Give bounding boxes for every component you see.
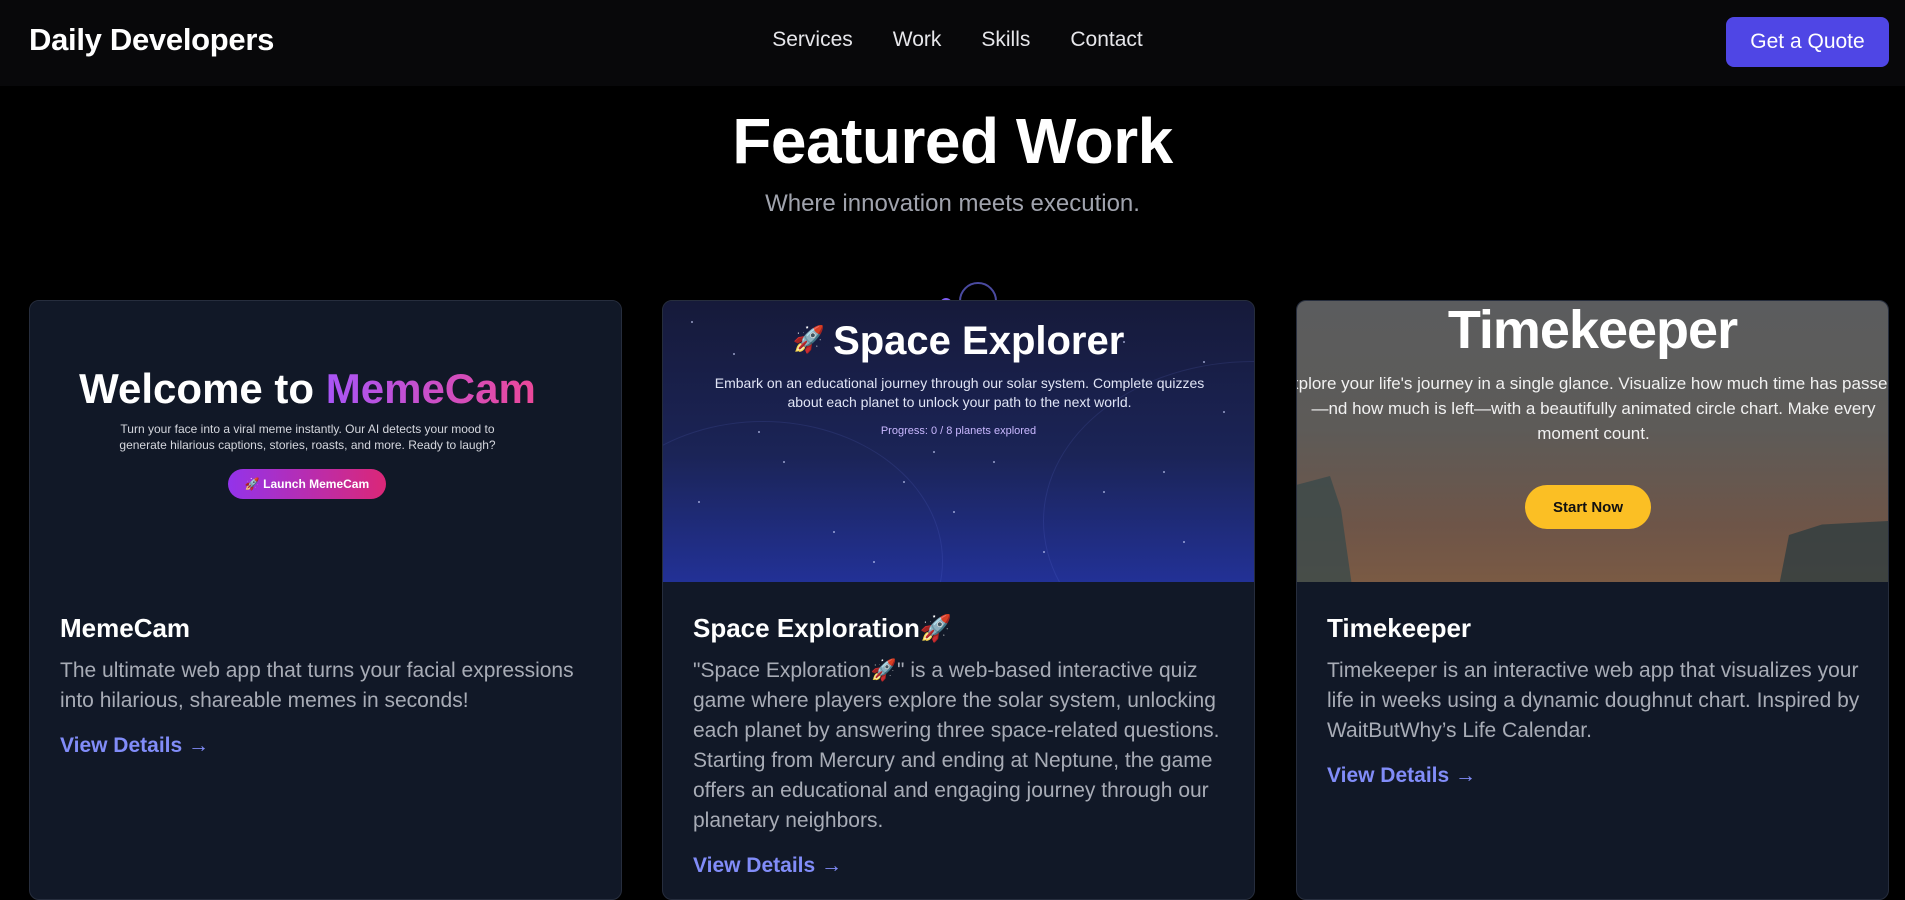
star — [1183, 541, 1185, 543]
preview-title-text: Space Explorer — [833, 319, 1125, 363]
view-details-link[interactable]: View Details → — [60, 734, 209, 758]
rocket-icon: 🚀 — [792, 324, 826, 354]
planet-progress: Progress: 0 / 8 planets explored — [880, 425, 1037, 437]
project-title: MemeCam — [60, 613, 191, 643]
card-body: Timekeeper Timekeeper is an interactive … — [1327, 613, 1867, 788]
star — [933, 451, 935, 453]
star — [903, 481, 905, 483]
start-now-button[interactable]: Start Now — [1525, 485, 1651, 529]
project-preview-timekeeper: Timekeeper xplore your life's journey in… — [1297, 301, 1888, 582]
preview-title: 🚀 Space Explorer — [663, 319, 1254, 364]
view-details-link[interactable]: View Details → — [1327, 764, 1476, 788]
project-preview-memecam: Welcome to MemeCam Turn your face into a… — [30, 301, 621, 582]
preview-description: Turn your face into a viral meme instant… — [119, 422, 496, 452]
project-description: The ultimate web app that turns your fac… — [60, 659, 574, 712]
card-body: Space Exploration🚀 "Space Exploration🚀" … — [693, 613, 1233, 878]
preview-description: Embark on an educational journey through… — [714, 375, 1205, 410]
star — [873, 561, 875, 563]
cliff-silhouette — [1297, 476, 1352, 582]
preview-title-prefix: Welcome to — [79, 365, 326, 412]
nav-link-work[interactable]: Work — [893, 28, 942, 52]
project-title: Timekeeper — [1327, 613, 1472, 643]
cliff-silhouette — [1778, 521, 1888, 582]
project-preview-space: 🚀 Space Explorer Embark on an educational… — [663, 301, 1254, 582]
nav-links: Services Work Skills Contact — [0, 28, 1905, 52]
get-quote-button[interactable]: Get a Quote — [1726, 17, 1889, 67]
star — [993, 461, 995, 463]
project-card-space-exploration: 🚀 Space Explorer Embark on an educational… — [662, 300, 1255, 900]
preview-description: xplore your life's journey in a single g… — [1297, 374, 1888, 443]
nav-link-contact[interactable]: Contact — [1070, 28, 1142, 52]
orbit-ring — [663, 421, 943, 582]
nav-link-skills[interactable]: Skills — [981, 28, 1030, 52]
project-description: Timekeeper is an interactive web app tha… — [1327, 659, 1860, 742]
launch-memecam-button[interactable]: 🚀 Launch MemeCam — [228, 469, 386, 499]
star — [833, 531, 835, 533]
star — [1163, 471, 1165, 473]
project-title: Space Exploration🚀 — [693, 613, 953, 643]
card-body: MemeCam The ultimate web app that turns … — [60, 613, 600, 758]
preview-title: Welcome to MemeCam — [30, 365, 585, 413]
nav-link-services[interactable]: Services — [772, 28, 853, 52]
preview-title: Timekeeper — [1447, 301, 1738, 360]
section-subtitle: Where innovation meets execution. — [765, 190, 1140, 217]
project-description: "Space Exploration🚀" is a web-based inte… — [693, 659, 1220, 832]
star — [953, 511, 955, 513]
section-title: Featured Work — [732, 105, 1173, 177]
star — [1043, 551, 1045, 553]
preview-title-accent: MemeCam — [325, 365, 536, 412]
star — [1103, 491, 1105, 493]
star — [698, 501, 700, 503]
top-navbar: Daily Developers Services Work Skills Co… — [0, 0, 1905, 86]
view-details-link[interactable]: View Details → — [693, 854, 842, 878]
project-card-timekeeper: Timekeeper xplore your life's journey in… — [1296, 300, 1889, 900]
project-card-memecam: Welcome to MemeCam Turn your face into a… — [29, 300, 622, 900]
star — [783, 461, 785, 463]
star — [1223, 411, 1225, 413]
